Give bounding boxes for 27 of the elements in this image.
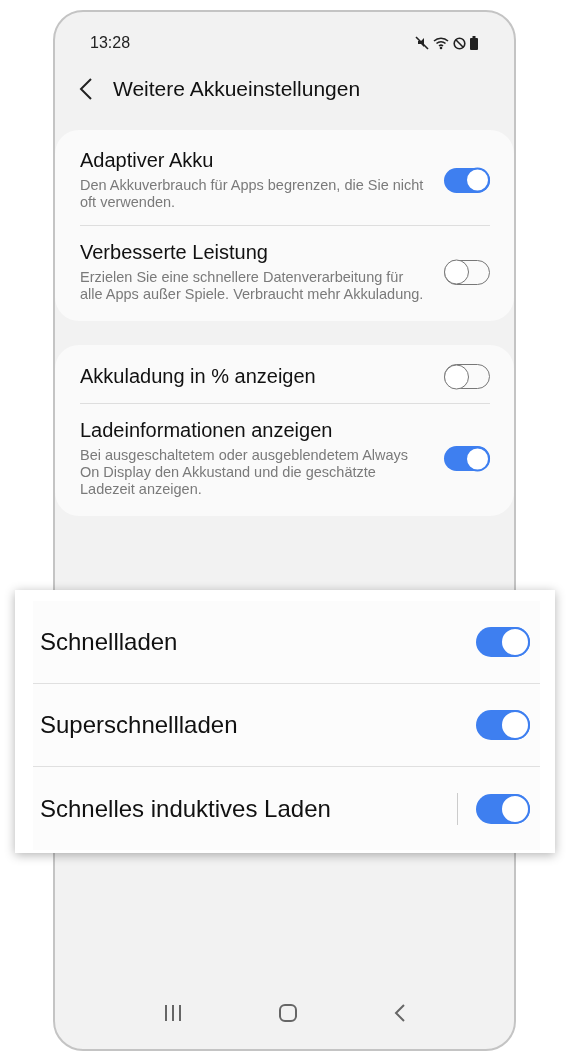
toggle-switch[interactable] [444,167,490,193]
setting-title: Verbesserte Leistung [80,241,269,264]
recent-apps-button[interactable] [162,1004,183,1022]
toggle-switch[interactable] [476,627,530,657]
mute-icon [415,36,429,50]
toggle-switch[interactable] [444,446,490,471]
toggle-switch[interactable] [444,364,490,389]
setting-title: Schnelles induktives Laden [40,794,332,823]
setting-title: Schnellladen [40,628,179,656]
home-button[interactable] [278,1003,299,1023]
status-time: 13:28 [90,34,131,52]
setting-title: Akkuladung in % anzeigen [80,365,317,388]
setting-description: Bei ausgeschaltetem oder ausgeblendetem Always On Display den Akkustand und die geschätzte Ladezeit anzeigen. [80,447,410,498]
setting-title: Superschnellladen [40,711,239,739]
setting-description: Erzielen Sie eine schnellere Datenverarbeitung für alle Apps außer Spiele. Verbraucht mehr Akkuladung. [80,269,424,303]
page-title: Weitere Akkueinstellungen [113,77,361,101]
toggle-switch[interactable] [444,259,490,285]
back-button[interactable] [79,77,93,101]
toggle-switch[interactable] [476,710,530,740]
blocked-icon [453,36,466,50]
setting-title: Adaptiver Akku [80,149,215,172]
battery-icon [470,36,478,50]
setting-description: Den Akkuverbrauch für Apps begrenzen, die Sie nicht oft verwenden. [80,177,424,211]
toggle-switch[interactable] [476,793,530,824]
back-nav-button[interactable] [394,1003,407,1023]
setting-title: Ladeinformationen anzeigen [80,419,334,442]
wifi-icon [433,36,449,50]
